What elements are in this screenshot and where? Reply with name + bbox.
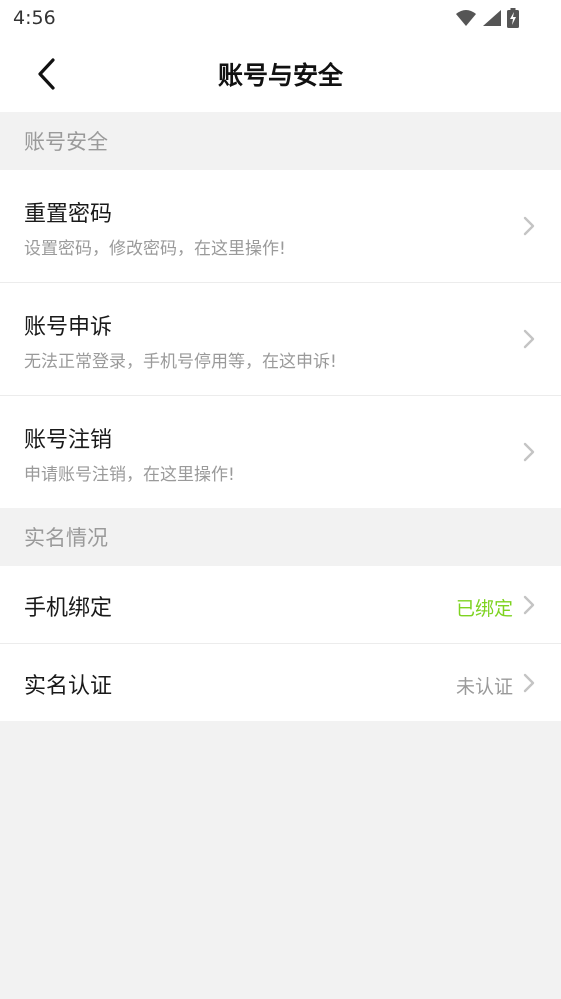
chevron-right-icon [523,442,535,462]
item-title: 手机绑定 [24,596,113,621]
navigation-bar: 账号与安全 [0,38,561,112]
account-cancellation-item[interactable]: 账号注销 申请账号注销，在这里操作! [0,396,561,508]
signal-icon [483,10,501,26]
item-title: 实名认证 [24,674,113,699]
real-name-verification-item[interactable]: 实名认证 未认证 [0,644,561,721]
wifi-icon [456,10,476,26]
chevron-right-icon [523,673,535,693]
status-bar: 4:56 [0,0,561,38]
item-title: 账号申诉 [24,315,113,340]
page-title: 账号与安全 [217,61,343,90]
reset-password-item[interactable]: 重置密码 设置密码，修改密码，在这里操作! [0,170,561,283]
chevron-right-icon [523,595,535,615]
phone-binding-item[interactable]: 手机绑定 已绑定 [0,566,561,644]
account-appeal-item[interactable]: 账号申诉 无法正常登录，手机号停用等，在这申诉! [0,283,561,396]
item-description: 无法正常登录，手机号停用等，在这申诉! [24,352,337,372]
battery-charging-icon [507,8,519,28]
item-title: 账号注销 [24,428,113,453]
section-header-account-security: 账号安全 [0,112,561,170]
item-description: 设置密码，修改密码，在这里操作! [24,239,286,259]
verification-status: 未认证 [455,676,513,698]
status-icons [455,8,519,28]
section-header-real-name: 实名情况 [0,508,561,566]
item-title: 重置密码 [24,202,113,227]
phone-binding-status: 已绑定 [455,598,513,620]
chevron-right-icon [523,329,535,349]
status-time: 4:56 [13,7,56,29]
chevron-right-icon [523,216,535,236]
item-description: 申请账号注销，在这里操作! [24,465,235,485]
